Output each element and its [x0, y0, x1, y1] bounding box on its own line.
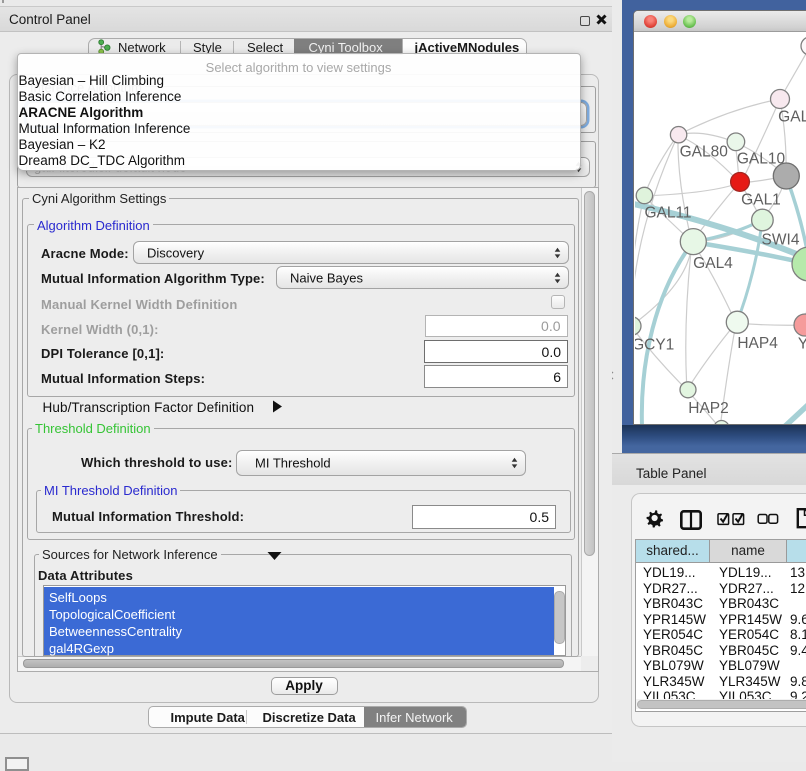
svg-text:GAL1: GAL1 — [741, 192, 781, 209]
svg-text:GAL11: GAL11 — [644, 205, 691, 222]
svg-text:Y: Y — [798, 336, 806, 353]
svg-text:GAL10: GAL10 — [737, 151, 786, 168]
svg-text:GCY1: GCY1 — [635, 337, 674, 354]
svg-text:GAL80: GAL80 — [680, 143, 729, 160]
svg-text:GAL2: GAL2 — [778, 109, 806, 126]
svg-text:HAP4: HAP4 — [737, 335, 778, 352]
svg-text:HAP2: HAP2 — [688, 400, 729, 417]
svg-text:GAL4: GAL4 — [693, 255, 733, 272]
svg-text:SWI4: SWI4 — [762, 232, 800, 249]
